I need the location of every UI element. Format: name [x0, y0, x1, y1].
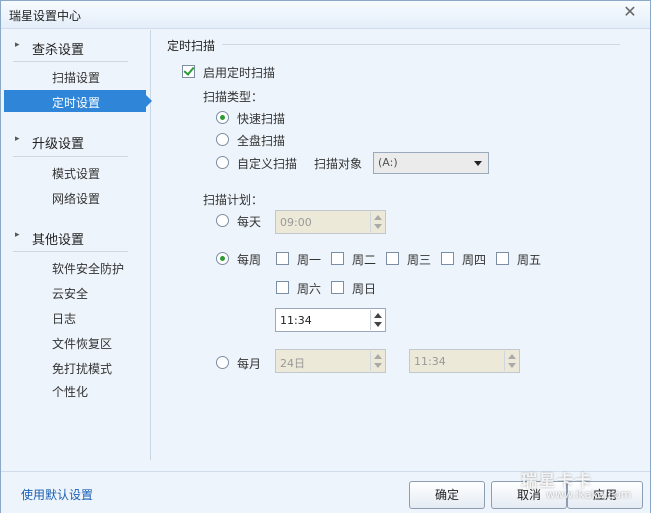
sidebar-item-personalize[interactable]: 个性化: [4, 379, 146, 401]
checkbox-sunday[interactable]: [331, 281, 344, 294]
divider: [13, 156, 128, 157]
monday-label: 周一: [297, 253, 322, 267]
scan-target-dropdown[interactable]: (A:): [373, 152, 489, 174]
arrow-down-icon: [374, 322, 382, 327]
enable-schedule-checkbox[interactable]: [182, 65, 195, 78]
radio-monthly[interactable]: [216, 356, 229, 369]
checkbox-tuesday[interactable]: [331, 252, 344, 265]
sidebar-group-other[interactable]: ▸ 其他设置: [1, 226, 151, 248]
sidebar-group-scan[interactable]: ▸ 查杀设置: [1, 36, 151, 58]
divider: [13, 61, 128, 62]
footer: 使用默认设置 确定 取消 应用: [1, 471, 650, 513]
checkbox-thursday[interactable]: [441, 252, 454, 265]
scan-target-label: 扫描对象: [314, 157, 363, 171]
thursday-label: 周四: [462, 253, 487, 267]
expand-arrow-icon: ▸: [15, 230, 20, 240]
expand-arrow-icon: ▸: [15, 40, 20, 50]
main-panel: 定时扫描 启用定时扫描 扫描类型： 快速扫描 全盘扫描 自定义扫描 扫描对象 (…: [152, 30, 650, 460]
checkbox-friday[interactable]: [496, 252, 509, 265]
arrow-down-icon: [374, 224, 382, 229]
radio-daily[interactable]: [216, 214, 229, 227]
monthly-day-spinner[interactable]: 24日: [275, 349, 386, 373]
sidebar-item-mode-settings[interactable]: 模式设置: [4, 161, 146, 183]
monthly-time-spinner[interactable]: 11:34: [409, 349, 520, 373]
custom-scan-label: 自定义扫描: [237, 157, 298, 171]
cancel-button[interactable]: 取消: [491, 481, 567, 509]
arrow-up-icon: [374, 354, 382, 359]
scan-type-label: 扫描类型：: [203, 90, 264, 104]
spinner-buttons[interactable]: [370, 212, 384, 232]
restore-defaults-link[interactable]: 使用默认设置: [21, 486, 93, 503]
checkbox-saturday[interactable]: [276, 281, 289, 294]
daily-label: 每天: [237, 215, 262, 229]
daily-time-spinner[interactable]: 09:00: [275, 210, 386, 234]
expand-arrow-icon: ▸: [15, 134, 20, 144]
arrow-down-icon: [508, 363, 516, 368]
radio-full-scan[interactable]: [216, 133, 229, 146]
sidebar-item-cloud-security[interactable]: 云安全: [4, 281, 146, 303]
scan-plan-label: 扫描计划：: [203, 193, 264, 207]
sidebar-item-network-settings[interactable]: 网络设置: [4, 186, 146, 208]
sidebar-item-do-not-disturb[interactable]: 免打扰模式: [4, 356, 146, 378]
quick-scan-label: 快速扫描: [237, 112, 286, 126]
title-bar[interactable]: 瑞星设置中心 ✕: [1, 1, 650, 29]
sunday-label: 周日: [352, 282, 377, 296]
spinner-buttons[interactable]: [370, 310, 384, 330]
chevron-down-icon: [474, 161, 482, 166]
radio-custom-scan[interactable]: [216, 156, 229, 169]
sidebar-item-quarantine[interactable]: 文件恢复区: [4, 331, 146, 353]
monthly-label: 每月: [237, 357, 262, 371]
divider: [13, 251, 128, 252]
divider: [222, 44, 620, 45]
arrow-up-icon: [374, 215, 382, 220]
weekly-time-spinner[interactable]: 11:34: [275, 308, 386, 332]
sidebar-item-scan-settings[interactable]: 扫描设置: [4, 65, 146, 87]
sidebar-item-schedule-settings[interactable]: 定时设置: [4, 90, 152, 112]
arrow-up-icon: [508, 354, 516, 359]
full-scan-label: 全盘扫描: [237, 134, 286, 148]
apply-button[interactable]: 应用: [567, 481, 643, 509]
spinner-buttons[interactable]: [370, 351, 384, 371]
arrow-down-icon: [374, 363, 382, 368]
ok-button[interactable]: 确定: [409, 481, 485, 509]
sidebar-group-update[interactable]: ▸ 升级设置: [1, 130, 151, 152]
section-title: 定时扫描: [167, 39, 216, 53]
settings-window: 瑞星设置中心 ✕ ▸ 查杀设置 扫描设置 定时设置 ▸ 升级设置 模式设置 网络…: [0, 0, 651, 513]
tuesday-label: 周二: [352, 253, 377, 267]
close-icon[interactable]: ✕: [618, 3, 642, 21]
checkbox-monday[interactable]: [276, 252, 289, 265]
checkbox-wednesday[interactable]: [386, 252, 399, 265]
sidebar-item-log[interactable]: 日志: [4, 306, 146, 328]
weekly-label: 每周: [237, 253, 262, 267]
spinner-buttons[interactable]: [504, 351, 518, 371]
saturday-label: 周六: [297, 282, 322, 296]
radio-weekly[interactable]: [216, 252, 229, 265]
arrow-up-icon: [374, 313, 382, 318]
sidebar: ▸ 查杀设置 扫描设置 定时设置 ▸ 升级设置 模式设置 网络设置 ▸ 其他设置…: [1, 30, 152, 460]
wednesday-label: 周三: [407, 253, 432, 267]
radio-quick-scan[interactable]: [216, 111, 229, 124]
window-title: 瑞星设置中心: [9, 9, 82, 23]
enable-schedule-label: 启用定时扫描: [203, 66, 276, 80]
friday-label: 周五: [517, 253, 542, 267]
sidebar-item-software-protection[interactable]: 软件安全防护: [4, 256, 146, 278]
